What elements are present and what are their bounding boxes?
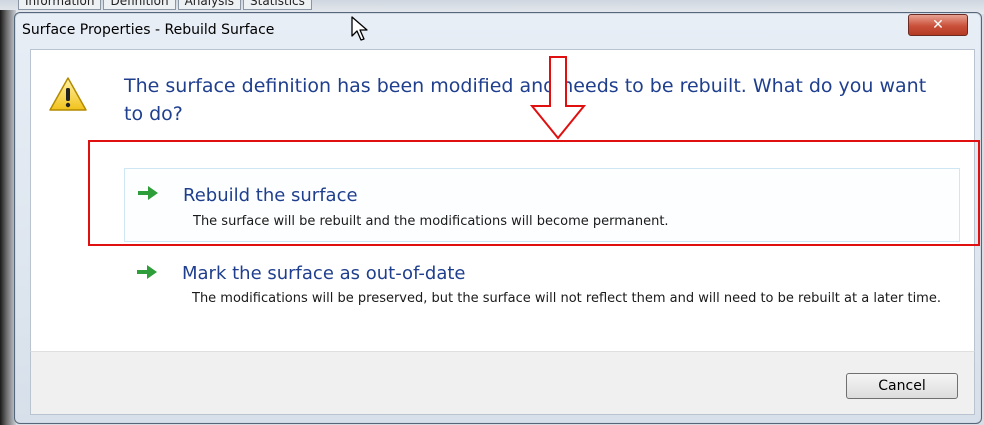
tab-statistics[interactable]: Statistics (243, 0, 312, 10)
close-icon: ✕ (932, 17, 944, 33)
annotation-down-arrow (529, 56, 587, 140)
cancel-button[interactable]: Cancel (846, 373, 958, 399)
mouse-cursor-icon (351, 16, 368, 41)
tab-definition[interactable]: Definition (103, 0, 176, 10)
annotation-highlight-box (88, 140, 980, 246)
tab-analysis[interactable]: Analysis (177, 0, 242, 10)
close-button[interactable]: ✕ (908, 14, 968, 36)
background-tabs: Information Definition Analysis Statisti… (18, 0, 312, 10)
option-description: The modifications will be preserved, but… (192, 291, 941, 306)
dialog-title: Surface Properties - Rebuild Surface (22, 22, 275, 38)
tab-information[interactable]: Information (18, 0, 102, 10)
option-title: Mark the surface as out-of-date (182, 263, 466, 284)
warning-icon (49, 77, 87, 111)
option-mark-out-of-date[interactable]: Mark the surface as out-of-date The modi… (124, 252, 958, 342)
dialog-footer (30, 351, 975, 415)
green-arrow-icon (137, 265, 157, 279)
